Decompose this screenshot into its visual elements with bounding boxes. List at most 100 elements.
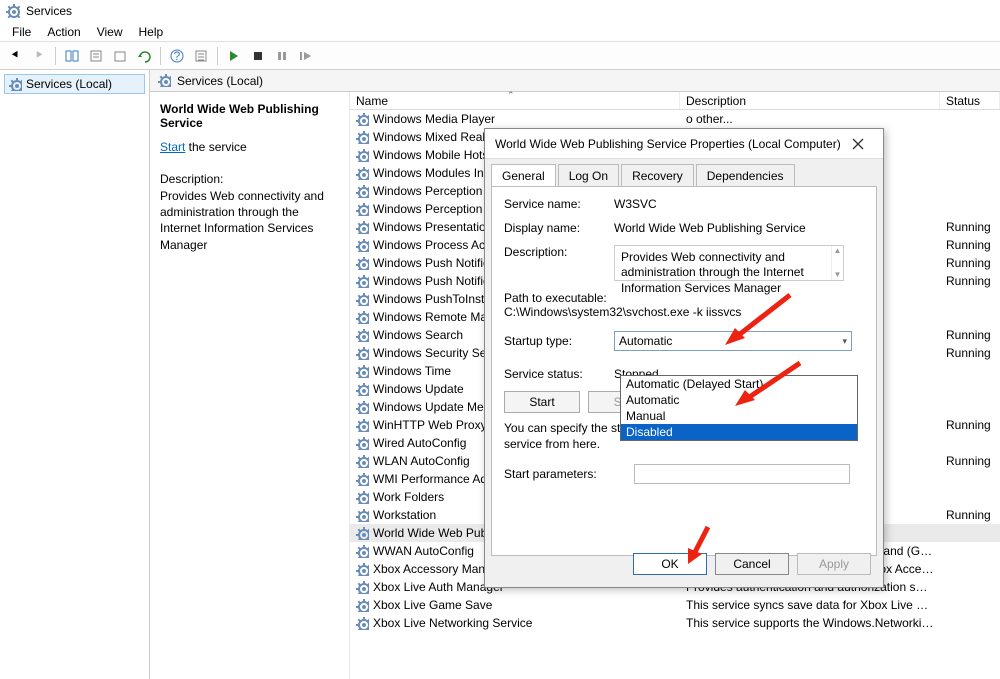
gear-icon <box>9 78 22 91</box>
pause-button[interactable] <box>271 45 293 67</box>
close-button[interactable] <box>843 132 873 156</box>
gear-icon <box>356 347 369 360</box>
gear-icon <box>356 437 369 450</box>
tab-recovery[interactable]: Recovery <box>621 164 694 187</box>
display-name-value: World Wide Web Publishing Service <box>614 221 864 235</box>
start-service-line: Start the service <box>160 140 339 154</box>
col-status[interactable]: Status <box>940 92 1000 109</box>
showhide-button[interactable] <box>61 45 83 67</box>
gear-icon <box>356 149 369 162</box>
gear-icon <box>356 401 369 414</box>
tab-general[interactable]: General <box>491 164 556 187</box>
description-label: Description: <box>160 172 339 186</box>
col-description[interactable]: Description <box>680 92 940 109</box>
gear-icon <box>356 185 369 198</box>
gear-icon <box>356 617 369 630</box>
tab-body: Service name: W3SVC Display name: World … <box>491 186 877 556</box>
menu-file[interactable]: File <box>4 23 39 41</box>
service-status-label: Service status: <box>504 367 614 381</box>
start-parameters-label: Start parameters: <box>504 467 634 481</box>
startup-type-dropdown[interactable]: Automatic (Delayed Start) Automatic Manu… <box>620 375 858 441</box>
nav-tree: Services (Local) <box>0 70 150 679</box>
help-button[interactable]: ? <box>166 45 188 67</box>
forward-button[interactable]: ⯈ <box>28 45 50 67</box>
description-scrollbar[interactable]: ▲▼ <box>831 246 843 280</box>
gear-icon <box>356 563 369 576</box>
play-button[interactable] <box>223 45 245 67</box>
menu-view[interactable]: View <box>89 23 131 41</box>
ok-button[interactable]: OK <box>633 553 707 575</box>
gear-icon <box>356 239 369 252</box>
detail-pane: World Wide Web Publishing Service Start … <box>150 92 350 679</box>
description-box: Provides Web connectivity and administra… <box>614 245 844 281</box>
gear-icon <box>356 275 369 288</box>
gear-icon <box>356 581 369 594</box>
gear-icon <box>356 473 369 486</box>
gear-icon <box>356 221 369 234</box>
menu-action[interactable]: Action <box>39 23 88 41</box>
gear-icon <box>356 419 369 432</box>
option-automatic[interactable]: Automatic <box>621 392 857 408</box>
back-button[interactable]: ⯇ <box>4 45 26 67</box>
chevron-down-icon: ▾ <box>842 336 847 347</box>
startup-type-combo[interactable]: Automatic ▾ <box>614 331 852 351</box>
gear-icon <box>356 509 369 522</box>
tab-dependencies[interactable]: Dependencies <box>696 164 795 187</box>
services-icon <box>6 4 20 18</box>
selected-service-title: World Wide Web Publishing Service <box>160 102 339 130</box>
gear-icon <box>356 311 369 324</box>
description-label: Description: <box>504 245 614 259</box>
gear-icon <box>356 545 369 558</box>
gear-icon <box>356 131 369 144</box>
start-parameters-input[interactable] <box>634 464 850 484</box>
properties-dialog: World Wide Web Publishing Service Proper… <box>484 128 884 588</box>
close-icon <box>852 138 864 150</box>
menubar: File Action View Help <box>0 22 1000 42</box>
gear-icon <box>356 329 369 342</box>
tree-services-local[interactable]: Services (Local) <box>4 74 145 94</box>
list-header: Name⌃ Description Status <box>350 92 1000 110</box>
start-service-link[interactable]: Start <box>160 140 185 154</box>
props2-button[interactable] <box>190 45 212 67</box>
properties-button[interactable] <box>85 45 107 67</box>
gear-icon <box>356 455 369 468</box>
gear-icon <box>356 203 369 216</box>
toolbar: ⯇ ⯈ ? <box>0 42 1000 70</box>
service-name-value: W3SVC <box>614 197 864 211</box>
start-button[interactable]: Start <box>504 391 580 413</box>
gear-icon <box>356 257 369 270</box>
service-row[interactable]: Xbox Live Game SaveThis service syncs sa… <box>350 596 1000 614</box>
stop-button[interactable] <box>247 45 269 67</box>
export-button[interactable] <box>109 45 131 67</box>
gear-icon <box>356 491 369 504</box>
apply-button: Apply <box>797 553 871 575</box>
option-manual[interactable]: Manual <box>621 408 857 424</box>
gear-icon <box>356 599 369 612</box>
restart-button[interactable] <box>295 45 317 67</box>
window-title: Services <box>26 4 72 18</box>
service-row[interactable]: Windows Media Playero other... <box>350 110 1000 128</box>
gear-icon <box>158 74 171 87</box>
service-name-label: Service name: <box>504 197 614 211</box>
menu-help[interactable]: Help <box>131 23 172 41</box>
cancel-button[interactable]: Cancel <box>715 553 789 575</box>
option-delayed[interactable]: Automatic (Delayed Start) <box>621 376 857 392</box>
gear-icon <box>356 383 369 396</box>
main-header: Services (Local) <box>150 70 1000 92</box>
svg-text:?: ? <box>174 49 181 63</box>
window-titlebar: Services <box>0 0 1000 22</box>
dialog-titlebar[interactable]: World Wide Web Publishing Service Proper… <box>485 129 883 159</box>
startup-type-label: Startup type: <box>504 334 614 348</box>
path-value: C:\Windows\system32\svchost.exe -k iissv… <box>504 305 864 319</box>
dialog-tabs: General Log On Recovery Dependencies <box>485 159 883 186</box>
option-disabled[interactable]: Disabled <box>621 424 857 440</box>
display-name-label: Display name: <box>504 221 614 235</box>
service-row[interactable]: Xbox Live Networking ServiceThis service… <box>350 614 1000 632</box>
refresh-button[interactable] <box>133 45 155 67</box>
gear-icon <box>356 113 369 126</box>
col-name[interactable]: Name⌃ <box>350 92 680 109</box>
tab-logon[interactable]: Log On <box>558 164 619 187</box>
description-text: Provides Web connectivity and administra… <box>160 188 339 253</box>
gear-icon <box>356 293 369 306</box>
gear-icon <box>356 167 369 180</box>
